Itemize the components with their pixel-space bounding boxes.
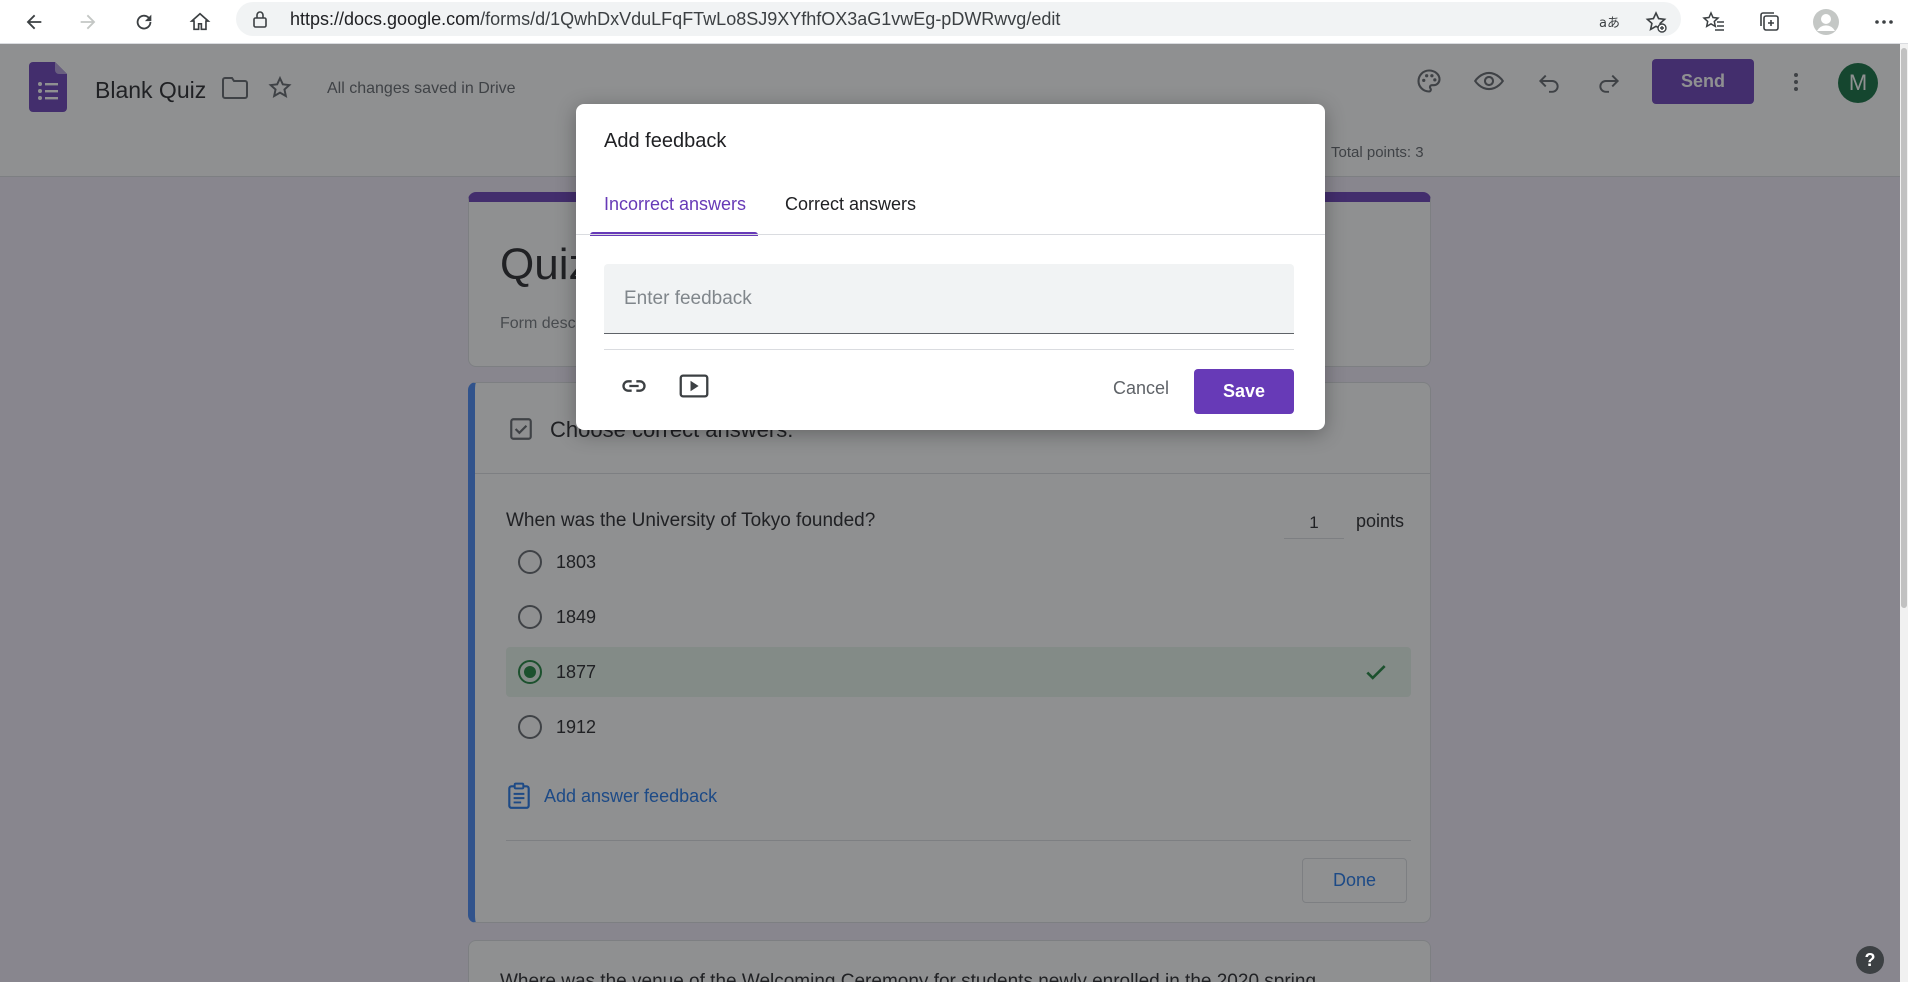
tab-correct-answers[interactable]: Correct answers xyxy=(785,194,916,236)
tab-label: Incorrect answers xyxy=(604,194,747,214)
cancel-button[interactable]: Cancel xyxy=(1103,368,1179,408)
more-menu-icon[interactable] xyxy=(1866,4,1902,40)
tab-incorrect-answers[interactable]: Incorrect answers xyxy=(590,194,759,236)
feedback-input-container[interactable] xyxy=(604,264,1294,334)
feedback-input[interactable] xyxy=(604,264,1294,333)
favorites-icon[interactable] xyxy=(1696,4,1732,40)
video-icon[interactable] xyxy=(674,366,714,406)
home-button[interactable] xyxy=(182,4,218,40)
svg-text:?: ? xyxy=(1865,950,1876,970)
add-feedback-dialog: Add feedback Incorrect answers Correct a… xyxy=(576,104,1325,430)
address-bar[interactable]: https://docs.google.com/forms/d/1QwhDxVd… xyxy=(236,2,1681,36)
dialog-title: Add feedback xyxy=(604,130,727,152)
svg-text:aあ: aあ xyxy=(1599,16,1620,31)
back-arrow-icon xyxy=(26,14,42,30)
save-button[interactable]: Save xyxy=(1194,369,1294,414)
help-icon[interactable]: ? xyxy=(1854,944,1886,976)
reload-button[interactable] xyxy=(126,4,162,40)
divider xyxy=(604,349,1294,350)
forward-arrow-icon xyxy=(80,14,96,30)
browser-toolbar: https://docs.google.com/forms/d/1QwhDxVd… xyxy=(0,0,1908,44)
forward-button[interactable] xyxy=(70,4,106,40)
translate-icon[interactable]: aあ xyxy=(1592,4,1628,40)
profile-icon[interactable] xyxy=(1808,4,1844,40)
tab-label: Correct answers xyxy=(785,194,917,214)
add-favorite-icon[interactable] xyxy=(1638,4,1674,40)
collections-icon[interactable] xyxy=(1752,4,1788,40)
link-icon[interactable] xyxy=(614,366,654,406)
url-text: https://docs.google.com/forms/d/1QwhDxVd… xyxy=(290,9,1061,29)
lock-icon xyxy=(253,11,267,28)
page-scrollbar[interactable] xyxy=(1900,44,1908,982)
home-icon xyxy=(189,12,211,31)
reload-icon xyxy=(136,14,152,30)
tab-divider xyxy=(576,234,1325,235)
back-button[interactable] xyxy=(16,4,52,40)
scrollbar-thumb[interactable] xyxy=(1901,48,1907,608)
